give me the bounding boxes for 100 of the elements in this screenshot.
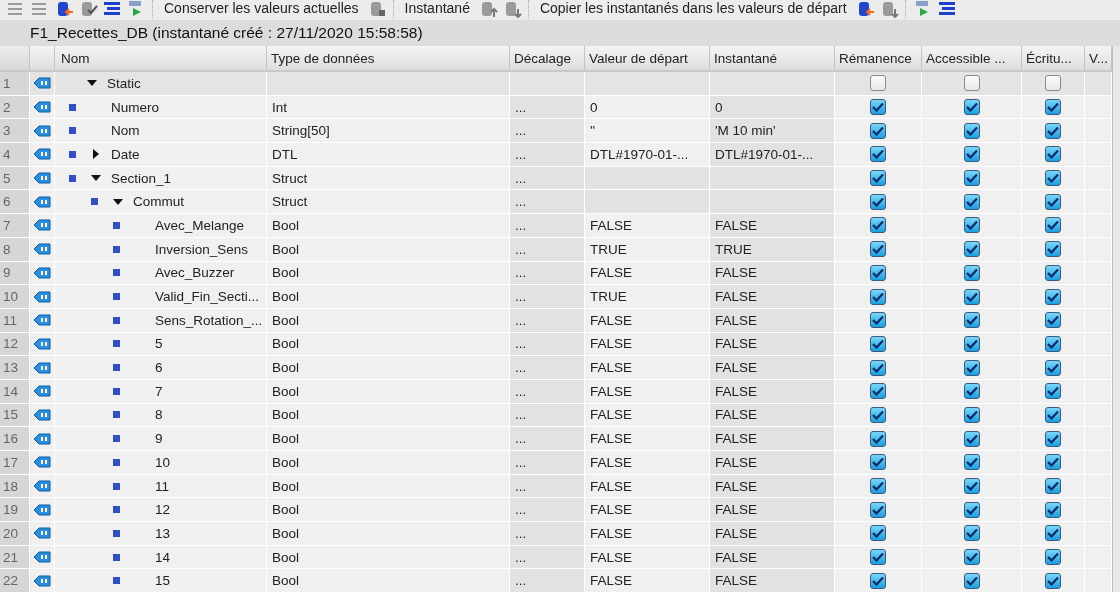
- checkbox[interactable]: [1045, 478, 1061, 495]
- row-number: 9: [0, 261, 30, 285]
- checkbox[interactable]: [963, 99, 980, 116]
- checkbox[interactable]: [963, 146, 980, 163]
- checkbox[interactable]: [870, 501, 886, 518]
- checkbox[interactable]: [870, 454, 886, 471]
- table-cell: ...: [510, 569, 585, 592]
- checkbox[interactable]: [1045, 525, 1061, 542]
- checkbox[interactable]: [1045, 549, 1061, 566]
- checkbox[interactable]: [1045, 264, 1061, 281]
- checkbox[interactable]: [1045, 288, 1061, 305]
- checkbox[interactable]: [963, 454, 980, 471]
- checkbox[interactable]: [963, 572, 980, 589]
- table-cell: FALSE: [710, 332, 835, 356]
- column-header[interactable]: Valeur de départ: [585, 46, 710, 70]
- checkbox[interactable]: [1045, 99, 1061, 116]
- checkbox[interactable]: [1045, 430, 1061, 447]
- tag-name: 8: [155, 407, 163, 423]
- checkbox[interactable]: [1045, 406, 1061, 423]
- column-header[interactable]: Décalage: [510, 46, 585, 70]
- collapse-triangle-icon[interactable]: [113, 196, 123, 207]
- checkbox[interactable]: [870, 572, 886, 589]
- tag-icon: [33, 337, 51, 350]
- checkbox[interactable]: [870, 359, 886, 376]
- checkbox[interactable]: [870, 264, 886, 281]
- checkbox[interactable]: [870, 288, 886, 305]
- checkbox[interactable]: [963, 312, 980, 329]
- column-header[interactable]: Instantané: [710, 46, 835, 70]
- checkbox[interactable]: [1045, 454, 1061, 471]
- checkbox[interactable]: [870, 217, 886, 234]
- column-header[interactable]: Rémanence: [835, 46, 922, 70]
- column-header[interactable]: Accessible ...: [922, 46, 1022, 70]
- checkbox[interactable]: [870, 241, 886, 258]
- checkbox[interactable]: [1045, 193, 1061, 210]
- checkbox[interactable]: [870, 193, 886, 210]
- checkbox[interactable]: [870, 122, 886, 139]
- checkbox[interactable]: [1045, 312, 1061, 329]
- toolbar-button[interactable]: Instantané: [400, 0, 474, 17]
- checkbox[interactable]: [1045, 75, 1061, 92]
- row-number: 10: [0, 285, 30, 308]
- checkbox[interactable]: [870, 170, 886, 187]
- checkbox[interactable]: [870, 146, 886, 163]
- list-icon[interactable]: [102, 0, 122, 18]
- checkbox[interactable]: [1045, 241, 1061, 258]
- checkbox[interactable]: [870, 335, 886, 352]
- checkbox[interactable]: [870, 478, 886, 495]
- checkbox[interactable]: [1045, 170, 1061, 187]
- table-cell: ...: [510, 237, 585, 261]
- checkbox[interactable]: [963, 193, 980, 210]
- checkbox[interactable]: [870, 525, 886, 542]
- row-number: 2: [0, 95, 30, 119]
- checkbox[interactable]: [1045, 122, 1061, 139]
- checkbox[interactable]: [870, 75, 886, 92]
- list-icon[interactable]: [936, 0, 957, 18]
- checkbox[interactable]: [1045, 501, 1061, 518]
- column-header[interactable]: Type de données: [267, 46, 510, 70]
- checkbox[interactable]: [963, 383, 980, 400]
- checkbox[interactable]: [963, 478, 980, 495]
- column-header[interactable]: Écritu...: [1022, 46, 1085, 70]
- expand-triangle-icon[interactable]: [91, 149, 101, 160]
- tag-name: 12: [155, 502, 171, 518]
- checkbox[interactable]: [963, 217, 980, 234]
- checkbox[interactable]: [1045, 383, 1061, 400]
- scrollbar[interactable]: [1112, 46, 1120, 592]
- checkbox[interactable]: [963, 288, 980, 305]
- bullet-icon: [113, 340, 120, 348]
- checkbox[interactable]: [1045, 572, 1061, 589]
- checkbox[interactable]: [963, 75, 980, 92]
- checkbox[interactable]: [963, 170, 980, 187]
- checkbox[interactable]: [870, 406, 886, 423]
- checkbox[interactable]: [963, 549, 980, 566]
- table-cell: FALSE: [710, 261, 835, 285]
- checkbox[interactable]: [1045, 335, 1061, 352]
- tag-name: Avec_Buzzer: [155, 265, 235, 281]
- checkbox[interactable]: [963, 525, 980, 542]
- checkbox[interactable]: [870, 99, 886, 116]
- table-cell: ...: [510, 379, 585, 403]
- checkbox[interactable]: [1045, 217, 1061, 234]
- checkbox[interactable]: [1045, 146, 1061, 163]
- bullet-icon: [113, 577, 120, 585]
- checkbox[interactable]: [963, 335, 980, 352]
- column-header[interactable]: V...: [1085, 46, 1112, 70]
- checkbox[interactable]: [963, 264, 980, 281]
- checkbox[interactable]: [870, 549, 886, 566]
- checkbox[interactable]: [1045, 359, 1061, 376]
- column-header[interactable]: Nom: [55, 46, 267, 70]
- toolbar-button[interactable]: Conserver les valeurs actuelles: [160, 0, 363, 17]
- toolbar-button[interactable]: Copier les instantanés dans les valeurs de départ: [535, 0, 851, 17]
- checkbox[interactable]: [870, 383, 886, 400]
- table-cell: 'M 10 min': [710, 119, 835, 143]
- checkbox[interactable]: [963, 430, 980, 447]
- checkbox[interactable]: [870, 430, 886, 447]
- checkbox[interactable]: [870, 312, 886, 329]
- row-number: 15: [0, 403, 30, 427]
- checkbox[interactable]: [963, 241, 980, 258]
- checkbox[interactable]: [963, 359, 980, 376]
- checkbox[interactable]: [963, 406, 980, 423]
- checkbox[interactable]: [963, 501, 980, 518]
- tag-name: 14: [155, 549, 171, 565]
- checkbox[interactable]: [963, 122, 980, 139]
